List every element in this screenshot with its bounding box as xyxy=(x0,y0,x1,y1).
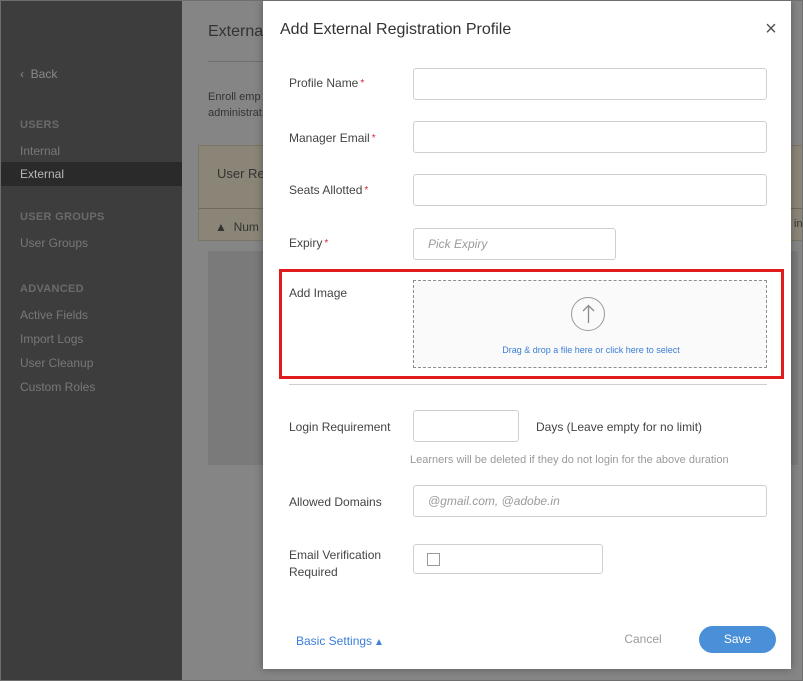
manager-email-input[interactable] xyxy=(413,121,767,153)
chevron-left-icon: ‹ xyxy=(20,67,24,81)
sidebar-item-active-fields[interactable]: Active Fields xyxy=(1,303,182,327)
allowed-domains-input[interactable] xyxy=(413,485,767,517)
sidebar-item-user-groups[interactable]: User Groups xyxy=(1,231,182,255)
sidebar-section-user-groups: USER GROUPS xyxy=(20,211,105,223)
background-page-title: Externa xyxy=(208,23,264,40)
sidebar-item-import-logs[interactable]: Import Logs xyxy=(1,327,182,351)
login-requirement-label: Login Requirement xyxy=(289,420,391,434)
save-button[interactable]: Save xyxy=(699,626,776,653)
upload-arrow-icon xyxy=(571,297,605,331)
email-verification-label-line: Email Verification xyxy=(289,548,382,562)
image-dropzone[interactable]: Drag & drop a file here or click here to… xyxy=(413,280,767,368)
profile-name-input[interactable] xyxy=(413,68,767,100)
warning-icon: ▲ xyxy=(215,220,227,234)
email-verification-field xyxy=(413,544,603,574)
expiry-date-input[interactable] xyxy=(413,228,616,260)
allowed-domains-label: Allowed Domains xyxy=(289,495,382,509)
sidebar: ‹ Back USERS Internal External USER GROU… xyxy=(1,1,182,680)
expiry-label: Expiry * xyxy=(289,235,328,252)
sidebar-item-custom-roles[interactable]: Custom Roles xyxy=(1,375,182,399)
login-requirement-input[interactable] xyxy=(413,410,519,442)
back-label: Back xyxy=(30,67,58,81)
add-profile-modal: Add External Registration Profile × Prof… xyxy=(263,1,791,669)
profile-name-label-text: Profile Name xyxy=(289,76,359,90)
background-warning-text: Num xyxy=(233,220,259,234)
close-icon: × xyxy=(765,18,777,40)
sidebar-item-internal[interactable]: Internal xyxy=(1,139,182,163)
email-verification-label: Email Verification Required xyxy=(289,547,381,581)
sidebar-section-users: USERS xyxy=(20,119,60,131)
seats-allotted-label-text: Seats Allotted xyxy=(289,183,363,197)
close-button[interactable]: × xyxy=(759,17,783,41)
required-marker: * xyxy=(371,133,376,144)
background-description-line: Enroll emp xyxy=(208,91,261,103)
email-verification-label-line: Required xyxy=(289,565,338,579)
manager-email-label: Manager Email * xyxy=(289,130,376,147)
basic-settings-link[interactable]: Basic Settings ▲ xyxy=(296,634,384,648)
sidebar-item-user-cleanup[interactable]: User Cleanup xyxy=(1,351,182,375)
modal-title: Add External Registration Profile xyxy=(280,21,512,38)
back-link[interactable]: ‹ Back xyxy=(20,67,57,81)
add-image-label: Add Image xyxy=(289,286,348,300)
background-description-line: administrat xyxy=(208,107,262,119)
expiry-label-text: Expiry xyxy=(289,236,323,250)
sidebar-section-advanced: ADVANCED xyxy=(20,283,84,295)
required-marker: * xyxy=(360,78,365,89)
divider xyxy=(289,384,767,385)
login-requirement-suffix: Days (Leave empty for no limit) xyxy=(536,420,703,434)
background-description: Enroll emp administrat xyxy=(208,89,262,121)
chevron-up-icon: ▲ xyxy=(374,637,384,648)
background-warning: ▲ Num xyxy=(215,220,259,234)
seats-allotted-input[interactable] xyxy=(413,174,767,206)
seats-allotted-label: Seats Allotted * xyxy=(289,182,368,199)
dropzone-text: Drag & drop a file here or click here to… xyxy=(502,345,680,355)
login-requirement-helper: Learners will be deleted if they do not … xyxy=(410,454,729,466)
basic-settings-label: Basic Settings xyxy=(296,634,373,648)
profile-name-label: Profile Name * xyxy=(289,75,364,92)
cancel-button[interactable]: Cancel xyxy=(620,629,666,649)
required-marker: * xyxy=(324,238,329,249)
email-verification-checkbox[interactable] xyxy=(427,553,440,566)
manager-email-label-text: Manager Email xyxy=(289,131,370,145)
sidebar-item-external[interactable]: External xyxy=(1,162,182,186)
background-fragment: in xyxy=(794,218,803,230)
required-marker: * xyxy=(364,185,369,196)
screen-frame: ‹ Back USERS Internal External USER GROU… xyxy=(0,0,803,681)
